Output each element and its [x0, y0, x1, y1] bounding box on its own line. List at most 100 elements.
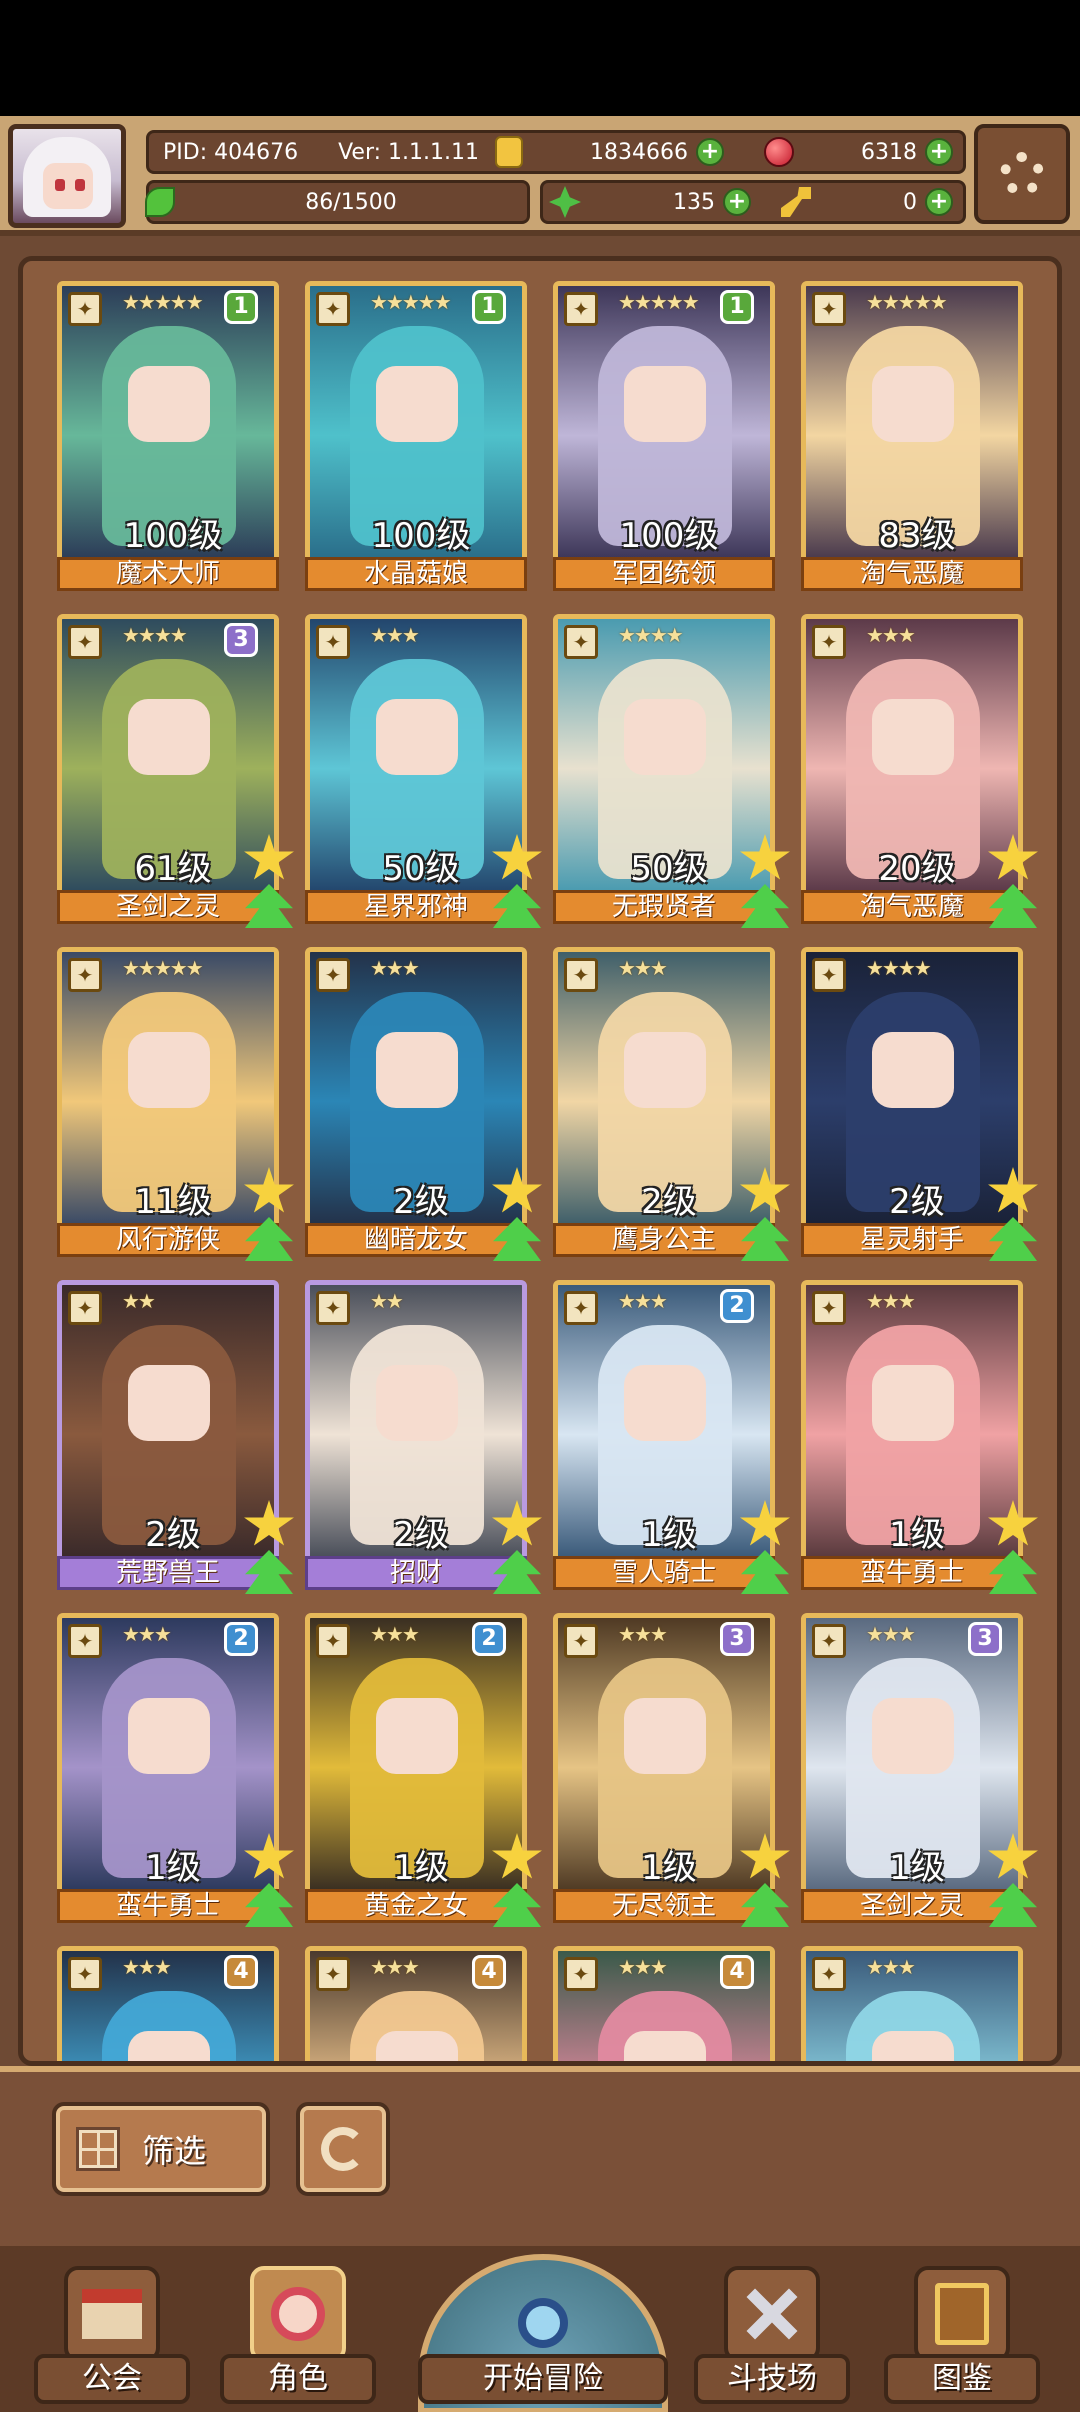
class-type-icon: ✦	[68, 958, 102, 992]
card-frame: ✦ ★★★★★ 1 100级	[57, 281, 279, 563]
gear-icon	[1000, 152, 1044, 196]
card-frame: ✦ ★★★	[801, 1946, 1023, 2061]
character-card[interactable]: ✦ ★★★ 4	[57, 1946, 289, 2061]
character-level: 2级	[641, 1182, 697, 1222]
rarity-stars: ★★★	[370, 956, 420, 980]
character-card[interactable]: ✦ ★★★ 1级 蛮牛勇士	[801, 1280, 1038, 1594]
class-type-icon: ✦	[316, 292, 350, 326]
character-card[interactable]: ✦ ★★★★★ 11级 风行游侠	[57, 947, 294, 1261]
rank-badge: 3	[968, 1622, 1002, 1656]
refresh-icon	[321, 2127, 365, 2171]
character-level: 83级	[878, 516, 956, 556]
character-card[interactable]: ✦ ★★★ 50级 星界邪神	[305, 614, 542, 928]
gold-amount: 1834666	[590, 139, 688, 165]
character-name: 无瑕贤者	[553, 890, 775, 924]
character-level: 1级	[641, 1515, 697, 1555]
character-card[interactable]: ✦ ★★★ 2级 鹰身公主	[553, 947, 790, 1261]
refresh-button[interactable]	[296, 2102, 390, 2196]
character-level: 2级	[145, 1515, 201, 1555]
character-panel: ✦ ★★★★★ 1 100级 魔术大师 ✦ ★★★★★ 1 100级 水晶菇娘 …	[0, 236, 1080, 2066]
character-card[interactable]: ✦ ★★★★★ 1 100级 军团统领	[553, 281, 785, 593]
character-card[interactable]: ✦ ★★★	[801, 1946, 1033, 2061]
rank-badge: 1	[720, 290, 754, 324]
character-card[interactable]: ✦ ★★★ 3 1级 无尽领主	[553, 1613, 790, 1927]
add-gem-button[interactable]: +	[924, 138, 953, 166]
character-level: 2级	[393, 1515, 449, 1555]
nav-arena-label: 斗技场	[694, 2354, 850, 2404]
guild-building-icon	[64, 2266, 160, 2362]
class-type-icon: ✦	[564, 958, 598, 992]
player-avatar[interactable]	[8, 124, 126, 228]
character-level: 20级	[878, 849, 956, 889]
add-key-button[interactable]: +	[925, 188, 953, 216]
card-frame: ✦ ★★★ 4	[305, 1946, 527, 2061]
card-frame: ✦ ★★★ 2 1级	[305, 1613, 527, 1895]
character-name: 圣剑之灵	[57, 890, 279, 924]
card-frame: ✦ ★★★ 3 1级	[553, 1613, 775, 1895]
character-card[interactable]: ✦ ★★ 2级 荒野兽王	[57, 1280, 294, 1594]
character-card[interactable]: ✦ ★★★★★ 1 100级 魔术大师	[57, 281, 289, 593]
rank-badge: 3	[224, 623, 258, 657]
nav-guild-label: 公会	[34, 2354, 190, 2404]
stamina-bar: 86/1500	[145, 180, 530, 224]
character-card[interactable]: ✦ ★★★★ 3 61级 圣剑之灵	[57, 614, 294, 928]
filter-label: 筛选	[142, 2132, 207, 2170]
nav-arena[interactable]: 斗技场	[694, 2254, 850, 2404]
add-clover-button[interactable]: +	[723, 188, 751, 216]
nav-codex[interactable]: 图鉴	[884, 2254, 1040, 2404]
add-gold-button[interactable]: +	[695, 138, 724, 166]
character-card[interactable]: ✦ ★★★ 4	[305, 1946, 537, 2061]
settings-button[interactable]	[974, 124, 1070, 224]
character-card[interactable]: ✦ ★★★ 4	[553, 1946, 785, 2061]
rarity-stars: ★★	[370, 1289, 404, 1313]
card-frame: ✦ ★★★ 4	[57, 1946, 279, 2061]
character-name: 水晶菇娘	[305, 557, 527, 591]
rarity-stars: ★★★	[618, 1955, 668, 1979]
top-bar: PID: 404676 Ver: 1.1.1.11 1834666 + 6318…	[0, 116, 1080, 236]
rarity-stars: ★★★★★	[122, 956, 204, 980]
character-level: 50级	[630, 849, 708, 889]
nav-adventure[interactable]: 开始冒险	[412, 2254, 674, 2412]
clover-amount: 135	[673, 189, 715, 215]
character-card[interactable]: ✦ ★★★★★ 1 100级 水晶菇娘	[305, 281, 537, 593]
character-level: 2级	[889, 1182, 945, 1222]
rarity-stars: ★★★★★	[122, 290, 204, 314]
card-frame: ✦ ★★★★★ 11级	[57, 947, 279, 1229]
character-card[interactable]: ✦ ★★★★ 2级 星灵射手	[801, 947, 1038, 1261]
class-type-icon: ✦	[812, 1624, 846, 1658]
character-level: 1级	[641, 1848, 697, 1888]
nav-guild[interactable]: 公会	[34, 2254, 190, 2404]
rarity-stars: ★★★★★	[618, 290, 700, 314]
codex-book-icon	[914, 2266, 1010, 2362]
card-frame: ✦ ★★★★★ 83级	[801, 281, 1023, 563]
rarity-stars: ★★★★★	[866, 290, 948, 314]
character-card[interactable]: ✦ ★★★ 20级 淘气恶魔	[801, 614, 1038, 928]
class-type-icon: ✦	[68, 1957, 102, 1991]
class-type-icon: ✦	[68, 625, 102, 659]
character-card[interactable]: ✦ ★★★ 2级 幽暗龙女	[305, 947, 542, 1261]
class-type-icon: ✦	[316, 1624, 350, 1658]
key-icon	[781, 187, 811, 217]
filter-button[interactable]: 筛选	[52, 2102, 270, 2196]
character-card[interactable]: ✦ ★★★ 2 1级 黄金之女	[305, 1613, 542, 1927]
class-type-icon: ✦	[564, 1624, 598, 1658]
character-card[interactable]: ✦ ★★★ 2 1级 蛮牛勇士	[57, 1613, 294, 1927]
character-list[interactable]: ✦ ★★★★★ 1 100级 魔术大师 ✦ ★★★★★ 1 100级 水晶菇娘 …	[18, 256, 1062, 2066]
character-card[interactable]: ✦ ★★★★★ 83级 淘气恶魔	[801, 281, 1033, 593]
rarity-stars: ★★	[122, 1289, 156, 1313]
card-frame: ✦ ★★★ 2 1级	[553, 1280, 775, 1562]
class-type-icon: ✦	[68, 1624, 102, 1658]
class-type-icon: ✦	[68, 292, 102, 326]
character-card[interactable]: ✦ ★★★ 2 1级 雪人骑士	[553, 1280, 790, 1594]
character-level: 1级	[889, 1515, 945, 1555]
nav-character[interactable]: 角色	[220, 2254, 376, 2404]
character-card[interactable]: ✦ ★★★ 3 1级 圣剑之灵	[801, 1613, 1038, 1927]
character-card[interactable]: ✦ ★★ 2级 招财	[305, 1280, 542, 1594]
rarity-stars: ★★★★★	[370, 290, 452, 314]
rank-badge: 4	[720, 1955, 754, 1989]
character-level: 100级	[371, 516, 471, 556]
card-frame: ✦ ★★★★ 50级	[553, 614, 775, 896]
character-card[interactable]: ✦ ★★★★ 50级 无瑕贤者	[553, 614, 790, 928]
rarity-stars: ★★★	[618, 1289, 668, 1313]
rank-badge: 2	[720, 1289, 754, 1323]
